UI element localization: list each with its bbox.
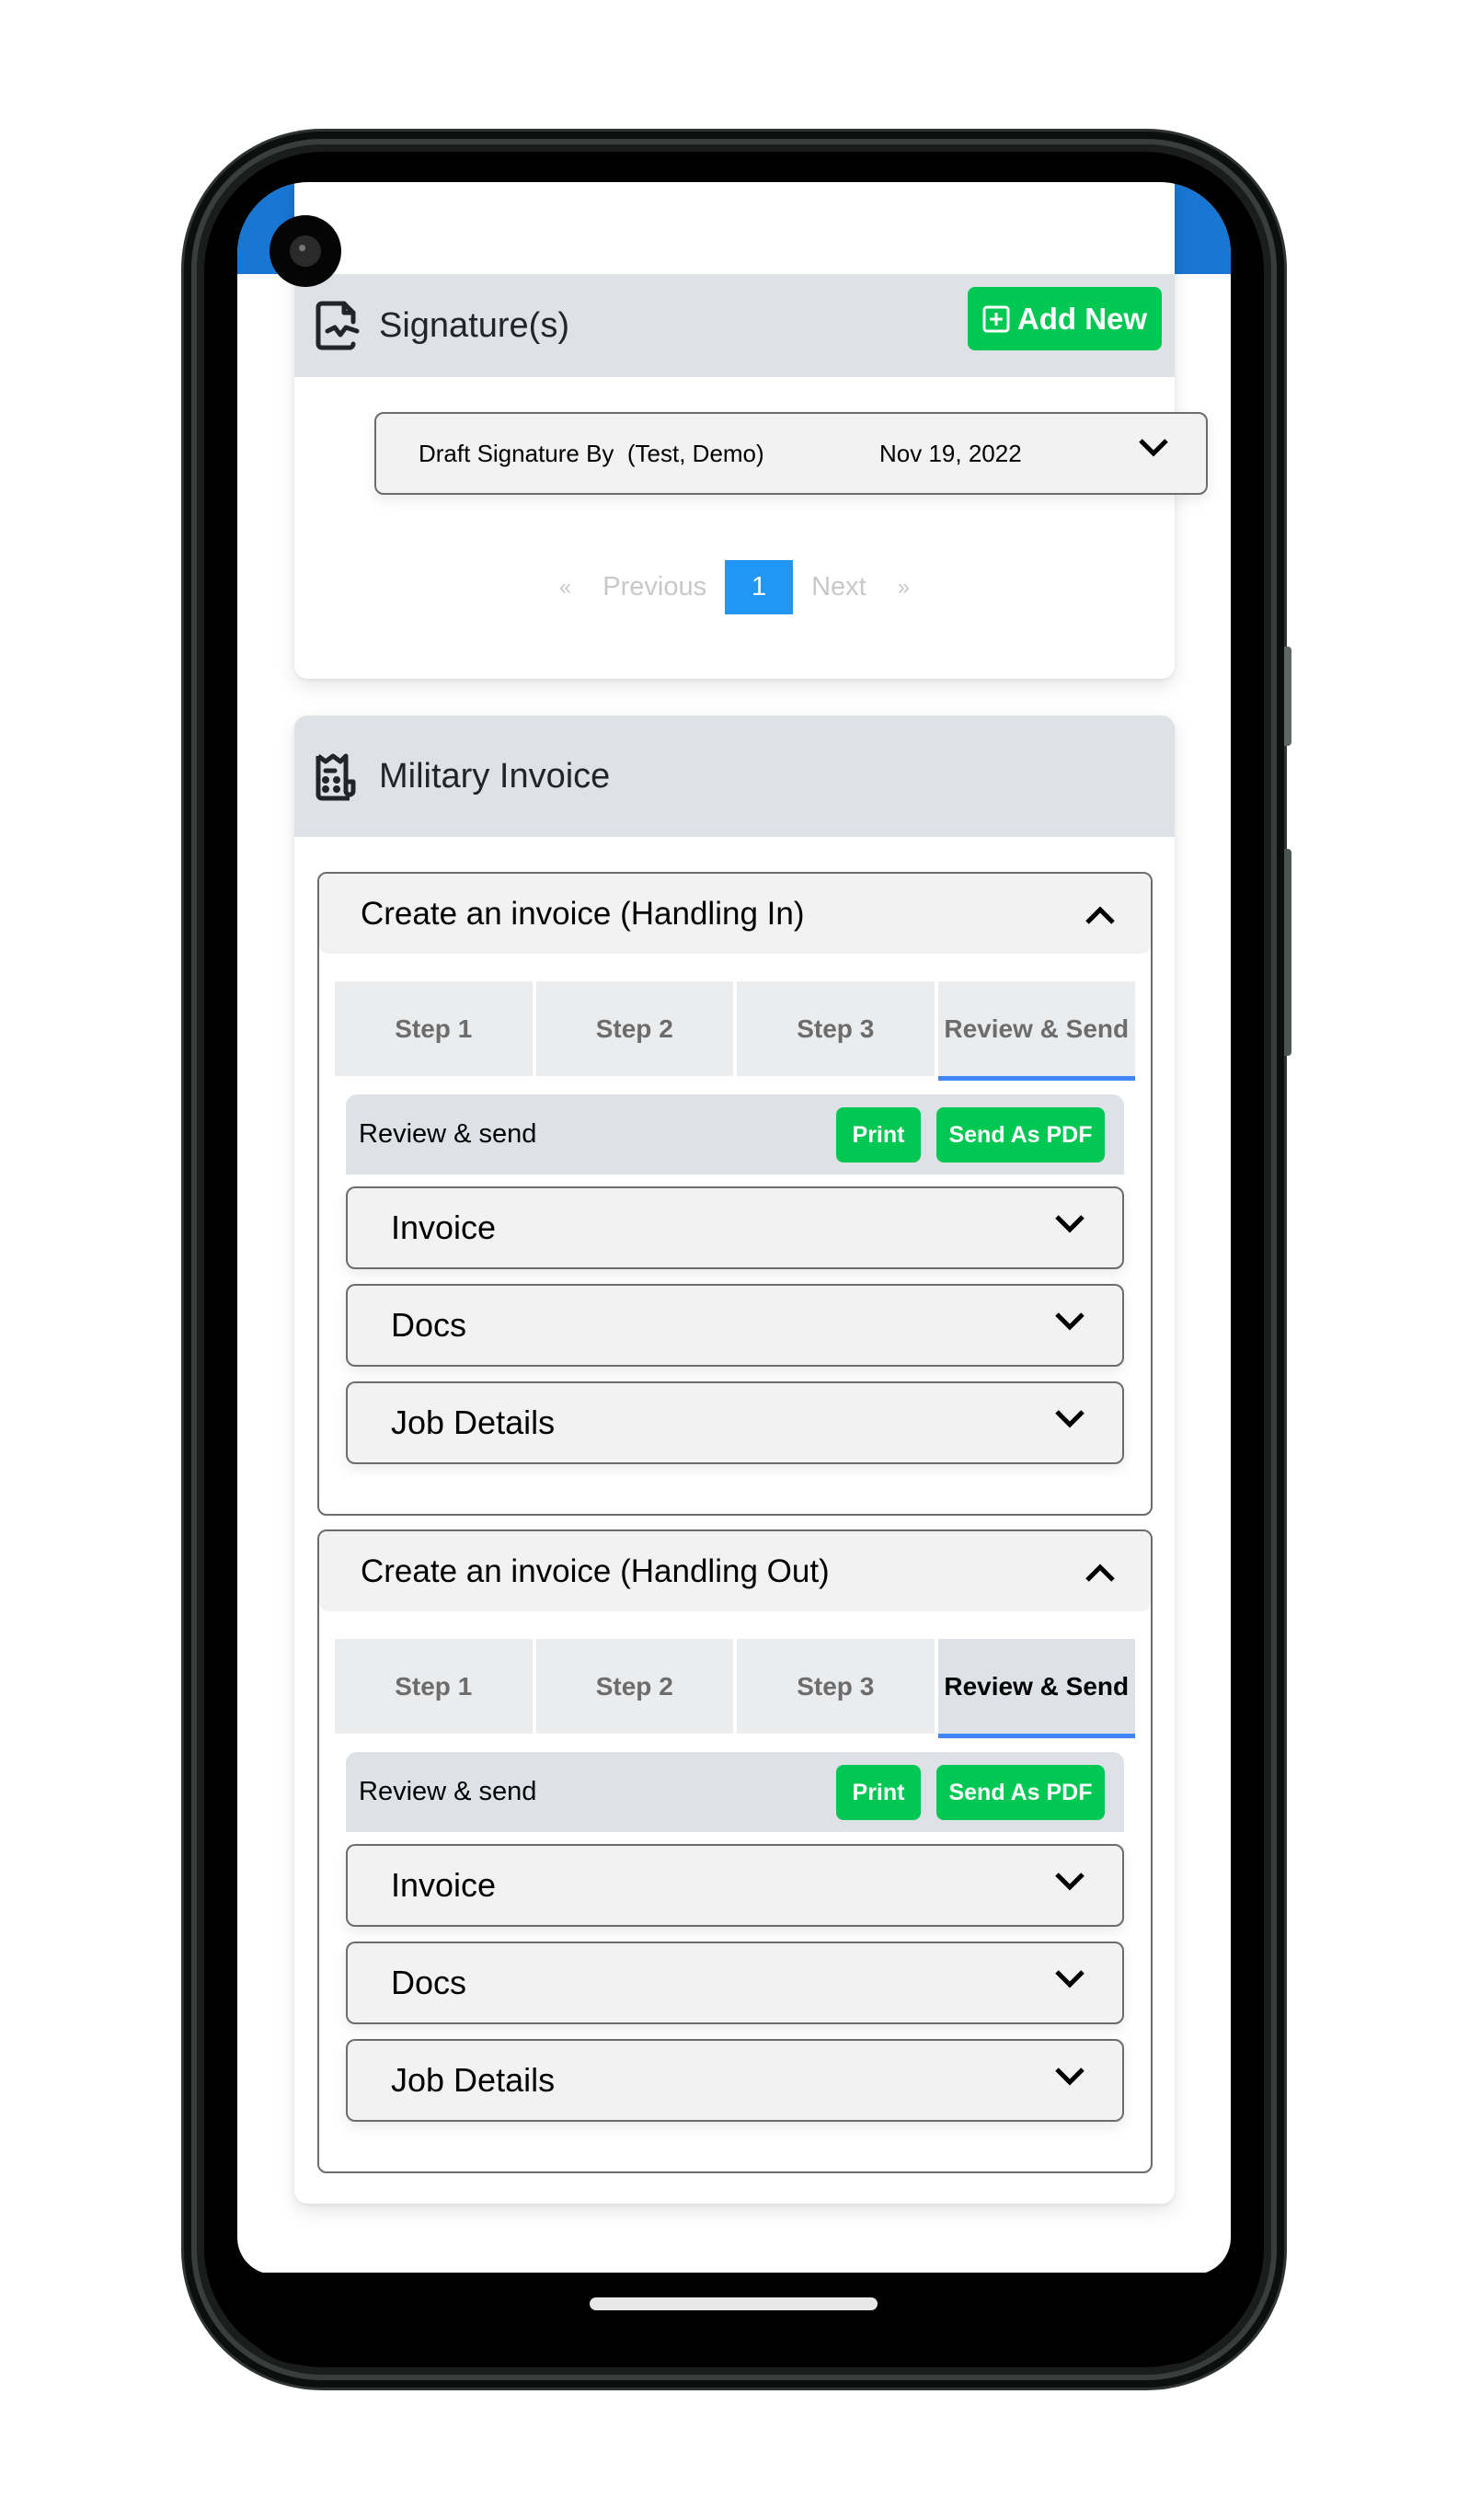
signatures-title: Signature(s) <box>379 305 569 345</box>
step-tabs: Step 1 Step 2 Step 3 Review & Send <box>335 981 1135 1081</box>
print-button[interactable]: Print <box>836 1107 921 1163</box>
item-label: Job Details <box>391 2061 556 2099</box>
chevron-down-icon[interactable] <box>1054 1872 1085 1892</box>
send-as-pdf-button[interactable]: Send As PDF <box>936 1107 1105 1163</box>
job-details-item[interactable]: Job Details <box>346 2039 1124 2122</box>
system-nav-area <box>237 2273 1231 2365</box>
signature-date: Nov 19, 2022 <box>879 439 1022 467</box>
review-send-bar: Review & send Print Send As PDF <box>346 1094 1124 1174</box>
pagination: « Previous 1 Next » <box>294 560 1175 614</box>
review-send-bar: Review & send Print Send As PDF <box>346 1752 1124 1832</box>
pagination-next-arrow: » <box>897 574 911 600</box>
pagination-previous[interactable]: Previous <box>603 572 706 602</box>
front-camera <box>270 215 341 287</box>
item-label: Invoice <box>391 1208 497 1246</box>
tab-step-3[interactable]: Step 3 <box>737 981 935 1076</box>
chevron-down-icon[interactable] <box>1138 438 1169 458</box>
pagination-page-1[interactable]: 1 <box>725 560 794 614</box>
tab-review-send[interactable]: Review & Send <box>937 1639 1135 1738</box>
military-invoice-header: Military Invoice <box>294 716 1175 837</box>
chevron-down-icon[interactable] <box>1054 1969 1085 1989</box>
docs-item[interactable]: Docs <box>346 1942 1124 2024</box>
invoice-section-handling-in: Create an invoice (Handling In) Step 1 S… <box>317 872 1153 1516</box>
receipt-icon <box>316 753 356 801</box>
military-invoice-card: Military Invoice Create an invoice (Hand… <box>294 716 1175 2204</box>
review-send-label: Review & send <box>359 1119 537 1149</box>
print-button[interactable]: Print <box>836 1765 921 1820</box>
chevron-down-icon[interactable] <box>1054 1312 1085 1332</box>
chevron-down-icon[interactable] <box>1054 1214 1085 1234</box>
tab-step-2[interactable]: Step 2 <box>535 1639 733 1734</box>
screen: 3:58 5G UC 49% <box>237 182 1231 2274</box>
signature-label: Draft Signature By (Test, Demo) <box>419 439 764 467</box>
job-details-item[interactable]: Job Details <box>346 1381 1124 1464</box>
chevron-down-icon[interactable] <box>1054 1409 1085 1429</box>
item-label: Docs <box>391 1964 467 2001</box>
add-new-button[interactable]: Add New <box>968 287 1162 350</box>
signature-file-icon <box>316 301 360 350</box>
volume-button <box>1284 849 1291 1056</box>
item-label: Invoice <box>391 1866 497 1904</box>
docs-item[interactable]: Docs <box>346 1284 1124 1367</box>
section-header[interactable]: Create an invoice (Handling Out) <box>319 1531 1151 1611</box>
send-as-pdf-button[interactable]: Send As PDF <box>936 1765 1105 1820</box>
tab-step-3[interactable]: Step 3 <box>737 1639 935 1734</box>
tab-step-2[interactable]: Step 2 <box>535 981 733 1076</box>
tab-review-send[interactable]: Review & Send <box>937 981 1135 1081</box>
power-button <box>1284 647 1291 746</box>
plus-square-icon <box>982 305 1010 332</box>
chevron-up-icon[interactable] <box>1085 1563 1116 1583</box>
chevron-up-icon[interactable] <box>1085 905 1116 925</box>
tab-step-1[interactable]: Step 1 <box>335 1639 533 1734</box>
signatures-header: Signature(s) Add New <box>294 274 1175 377</box>
invoice-item[interactable]: Invoice <box>346 1844 1124 1927</box>
item-label: Docs <box>391 1306 467 1344</box>
invoice-section-handling-out: Create an invoice (Handling Out) Step 1 … <box>317 1529 1153 2173</box>
pagination-next[interactable]: Next <box>811 572 866 602</box>
item-label: Job Details <box>391 1403 556 1441</box>
chevron-down-icon[interactable] <box>1054 2067 1085 2087</box>
add-new-label: Add New <box>1016 301 1148 336</box>
invoice-item[interactable]: Invoice <box>346 1186 1124 1269</box>
pagination-prev-arrow: « <box>558 574 572 600</box>
section-header[interactable]: Create an invoice (Handling In) <box>319 874 1151 954</box>
signatures-card: Signature(s) Add New Draft Signature By … <box>294 182 1208 679</box>
signature-row[interactable]: Draft Signature By (Test, Demo) Nov 19, … <box>374 412 1208 495</box>
section-title: Create an invoice (Handling In) <box>361 895 805 932</box>
home-gesture-bar[interactable] <box>590 2297 878 2310</box>
step-tabs: Step 1 Step 2 Step 3 Review & Send <box>335 1639 1135 1738</box>
section-title: Create an invoice (Handling Out) <box>361 1552 830 1589</box>
review-send-label: Review & send <box>359 1777 537 1806</box>
military-invoice-title: Military Invoice <box>379 756 611 796</box>
tab-step-1[interactable]: Step 1 <box>335 981 533 1076</box>
